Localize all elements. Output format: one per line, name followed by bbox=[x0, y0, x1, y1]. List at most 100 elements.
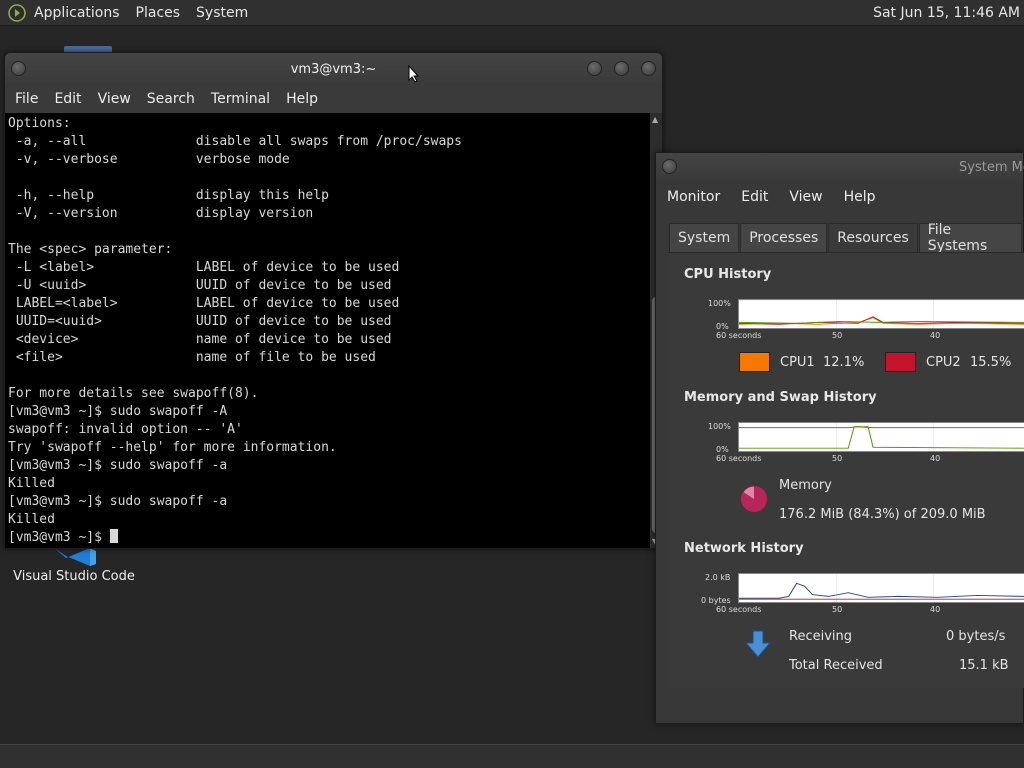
terminal-line: <device> name of device to be used bbox=[8, 332, 392, 347]
mouse-pointer-icon bbox=[408, 65, 420, 83]
network-graph-area: 2.0 kB 0 bytes 60 seconds 50 40 bbox=[668, 573, 1024, 623]
menu-monitor[interactable]: Monitor bbox=[656, 189, 730, 205]
memory-pie-icon[interactable] bbox=[739, 484, 769, 514]
menu-edit[interactable]: Edit bbox=[730, 189, 778, 205]
network-history-chart bbox=[738, 573, 1024, 603]
menu-help[interactable]: Help bbox=[278, 91, 326, 107]
terminal-line: -U <uuid> UUID of device to be used bbox=[8, 278, 392, 293]
network-ytop: 2.0 kB bbox=[705, 573, 731, 582]
memory-value: 176.2 MiB (84.3%) of 209.0 MiB bbox=[779, 507, 986, 522]
memory-history-title: Memory and Swap History bbox=[684, 390, 877, 405]
menu-view[interactable]: View bbox=[90, 91, 139, 107]
menu-terminal[interactable]: Terminal bbox=[203, 91, 278, 107]
system-monitor-window: System Mo Monitor Edit View Help System … bbox=[655, 152, 1024, 724]
menu-applications[interactable]: Applications bbox=[26, 5, 128, 21]
total-received-value: 15.1 kB bbox=[959, 658, 1009, 673]
terminal-line: Killed bbox=[8, 512, 55, 527]
minimize-icon[interactable] bbox=[587, 61, 602, 76]
menu-places[interactable]: Places bbox=[128, 5, 189, 21]
memory-xlabel-60: 60 seconds bbox=[716, 454, 762, 463]
sysmon-title: System Mo bbox=[959, 160, 1024, 175]
window-menu-icon[interactable] bbox=[11, 61, 26, 76]
terminal-line: LABEL=<label> LABEL of device to be used bbox=[8, 296, 400, 311]
terminal-window: vm3@vm3:~ File Edit View Search Terminal… bbox=[4, 52, 663, 549]
cpu-history-title: CPU History bbox=[684, 267, 772, 282]
network-xlabel-50: 50 bbox=[832, 605, 843, 614]
terminal-line: The <spec> parameter: bbox=[8, 242, 173, 257]
close-icon[interactable] bbox=[641, 61, 656, 76]
sysmon-tabs: System Processes Resources File Systems bbox=[669, 222, 1023, 254]
terminal-line: [vm3@vm3 ~]$ sudo swapoff -A bbox=[8, 404, 228, 419]
clock[interactable]: Sat Jun 15, 11:46 AM bbox=[873, 5, 1024, 21]
terminal-menubar: File Edit View Search Terminal Help bbox=[5, 85, 662, 113]
cpu1-color-swatch[interactable] bbox=[739, 352, 770, 372]
cpu-xlabel-50: 50 bbox=[832, 331, 843, 340]
terminal-line: -v, --verbose verbose mode bbox=[8, 152, 290, 167]
receiving-value: 0 bytes/s bbox=[946, 629, 1006, 644]
terminal-line: <file> name of file to be used bbox=[8, 350, 376, 365]
receiving-arrow-icon bbox=[745, 630, 771, 658]
top-panel: Applications Places System Sat Jun 15, 1… bbox=[0, 0, 1024, 26]
terminal-line: -a, --all disable all swaps from /proc/s… bbox=[8, 134, 462, 149]
cpu2-color-swatch[interactable] bbox=[885, 352, 916, 372]
memory-history-chart bbox=[738, 422, 1024, 452]
memory-xlabel-50: 50 bbox=[832, 454, 843, 463]
terminal-cursor bbox=[109, 529, 118, 543]
cpu1-label: CPU1 bbox=[780, 355, 815, 370]
applications-logo-icon[interactable] bbox=[8, 3, 26, 22]
vscode-icon[interactable] bbox=[50, 548, 98, 566]
terminal-output[interactable]: Options: -a, --all disable all swaps fro… bbox=[5, 113, 650, 548]
swap-line bbox=[739, 426, 1024, 449]
terminal-line: -h, --help display this help bbox=[8, 188, 329, 203]
memory-xlabel-40: 40 bbox=[930, 454, 941, 463]
menu-search[interactable]: Search bbox=[139, 91, 203, 107]
tab-processes[interactable]: Processes bbox=[740, 223, 828, 253]
bottom-panel bbox=[0, 744, 1024, 768]
terminal-line: [vm3@vm3 ~]$ sudo swapoff -a bbox=[8, 458, 228, 473]
terminal-line: -V, --version display version bbox=[8, 206, 314, 221]
sysmon-menubar: Monitor Edit View Help bbox=[656, 181, 1023, 213]
tab-resources[interactable]: Resources bbox=[828, 223, 918, 253]
cpu-graph-area: 100% 0% 60 seconds 50 40 bbox=[668, 299, 1024, 349]
network-ybottom: 0 bytes bbox=[701, 596, 731, 605]
scroll-up-icon[interactable]: ▲ bbox=[652, 115, 658, 124]
memory-ytop: 100% bbox=[708, 422, 731, 431]
maximize-icon[interactable] bbox=[614, 61, 629, 76]
cpu-ytop: 100% bbox=[708, 299, 731, 308]
receiving-label: Receiving bbox=[789, 629, 853, 644]
terminal-line: -L <label> LABEL of device to be used bbox=[8, 260, 400, 275]
terminal-titlebar[interactable]: vm3@vm3:~ bbox=[5, 53, 662, 85]
total-received-label: Total Received bbox=[789, 658, 883, 673]
terminal-line: [vm3@vm3 ~]$ sudo swapoff -a bbox=[8, 494, 228, 509]
terminal-title: vm3@vm3:~ bbox=[290, 61, 377, 77]
terminal-line: Try 'swapoff --help' for more informatio… bbox=[8, 440, 337, 455]
cpu-xlabel-40: 40 bbox=[930, 331, 941, 340]
network-history-title: Network History bbox=[684, 541, 804, 556]
network-xlabel-40: 40 bbox=[930, 605, 941, 614]
memory-line bbox=[739, 426, 1024, 429]
menu-edit[interactable]: Edit bbox=[46, 91, 89, 107]
tab-system[interactable]: System bbox=[669, 223, 740, 253]
cpu-xlabel-60: 60 seconds bbox=[716, 331, 762, 340]
memory-graph-area: 100% 0% 60 seconds 50 40 bbox=[668, 422, 1024, 472]
cpu2-label: CPU2 bbox=[926, 355, 961, 370]
terminal-prompt-line: [vm3@vm3 ~]$ bbox=[8, 529, 650, 547]
menu-view[interactable]: View bbox=[778, 189, 832, 205]
memory-ybottom: 0% bbox=[716, 445, 729, 454]
tab-file-systems[interactable]: File Systems bbox=[918, 222, 1022, 254]
receiving-line bbox=[739, 582, 1024, 599]
terminal-line: Options: bbox=[8, 116, 71, 131]
window-menu-icon[interactable] bbox=[662, 159, 677, 174]
menu-file[interactable]: File bbox=[7, 91, 46, 107]
menu-system[interactable]: System bbox=[188, 5, 256, 21]
menu-help[interactable]: Help bbox=[833, 189, 886, 205]
cpu-ybottom: 0% bbox=[716, 322, 729, 331]
sysmon-titlebar[interactable]: System Mo bbox=[656, 153, 1024, 181]
terminal-line: UUID=<uuid> UUID of device to be used bbox=[8, 314, 392, 329]
vscode-label[interactable]: Visual Studio Code bbox=[0, 569, 148, 584]
cpu1-value: 12.1% bbox=[823, 355, 865, 370]
network-xlabel-60: 60 seconds bbox=[716, 605, 762, 614]
